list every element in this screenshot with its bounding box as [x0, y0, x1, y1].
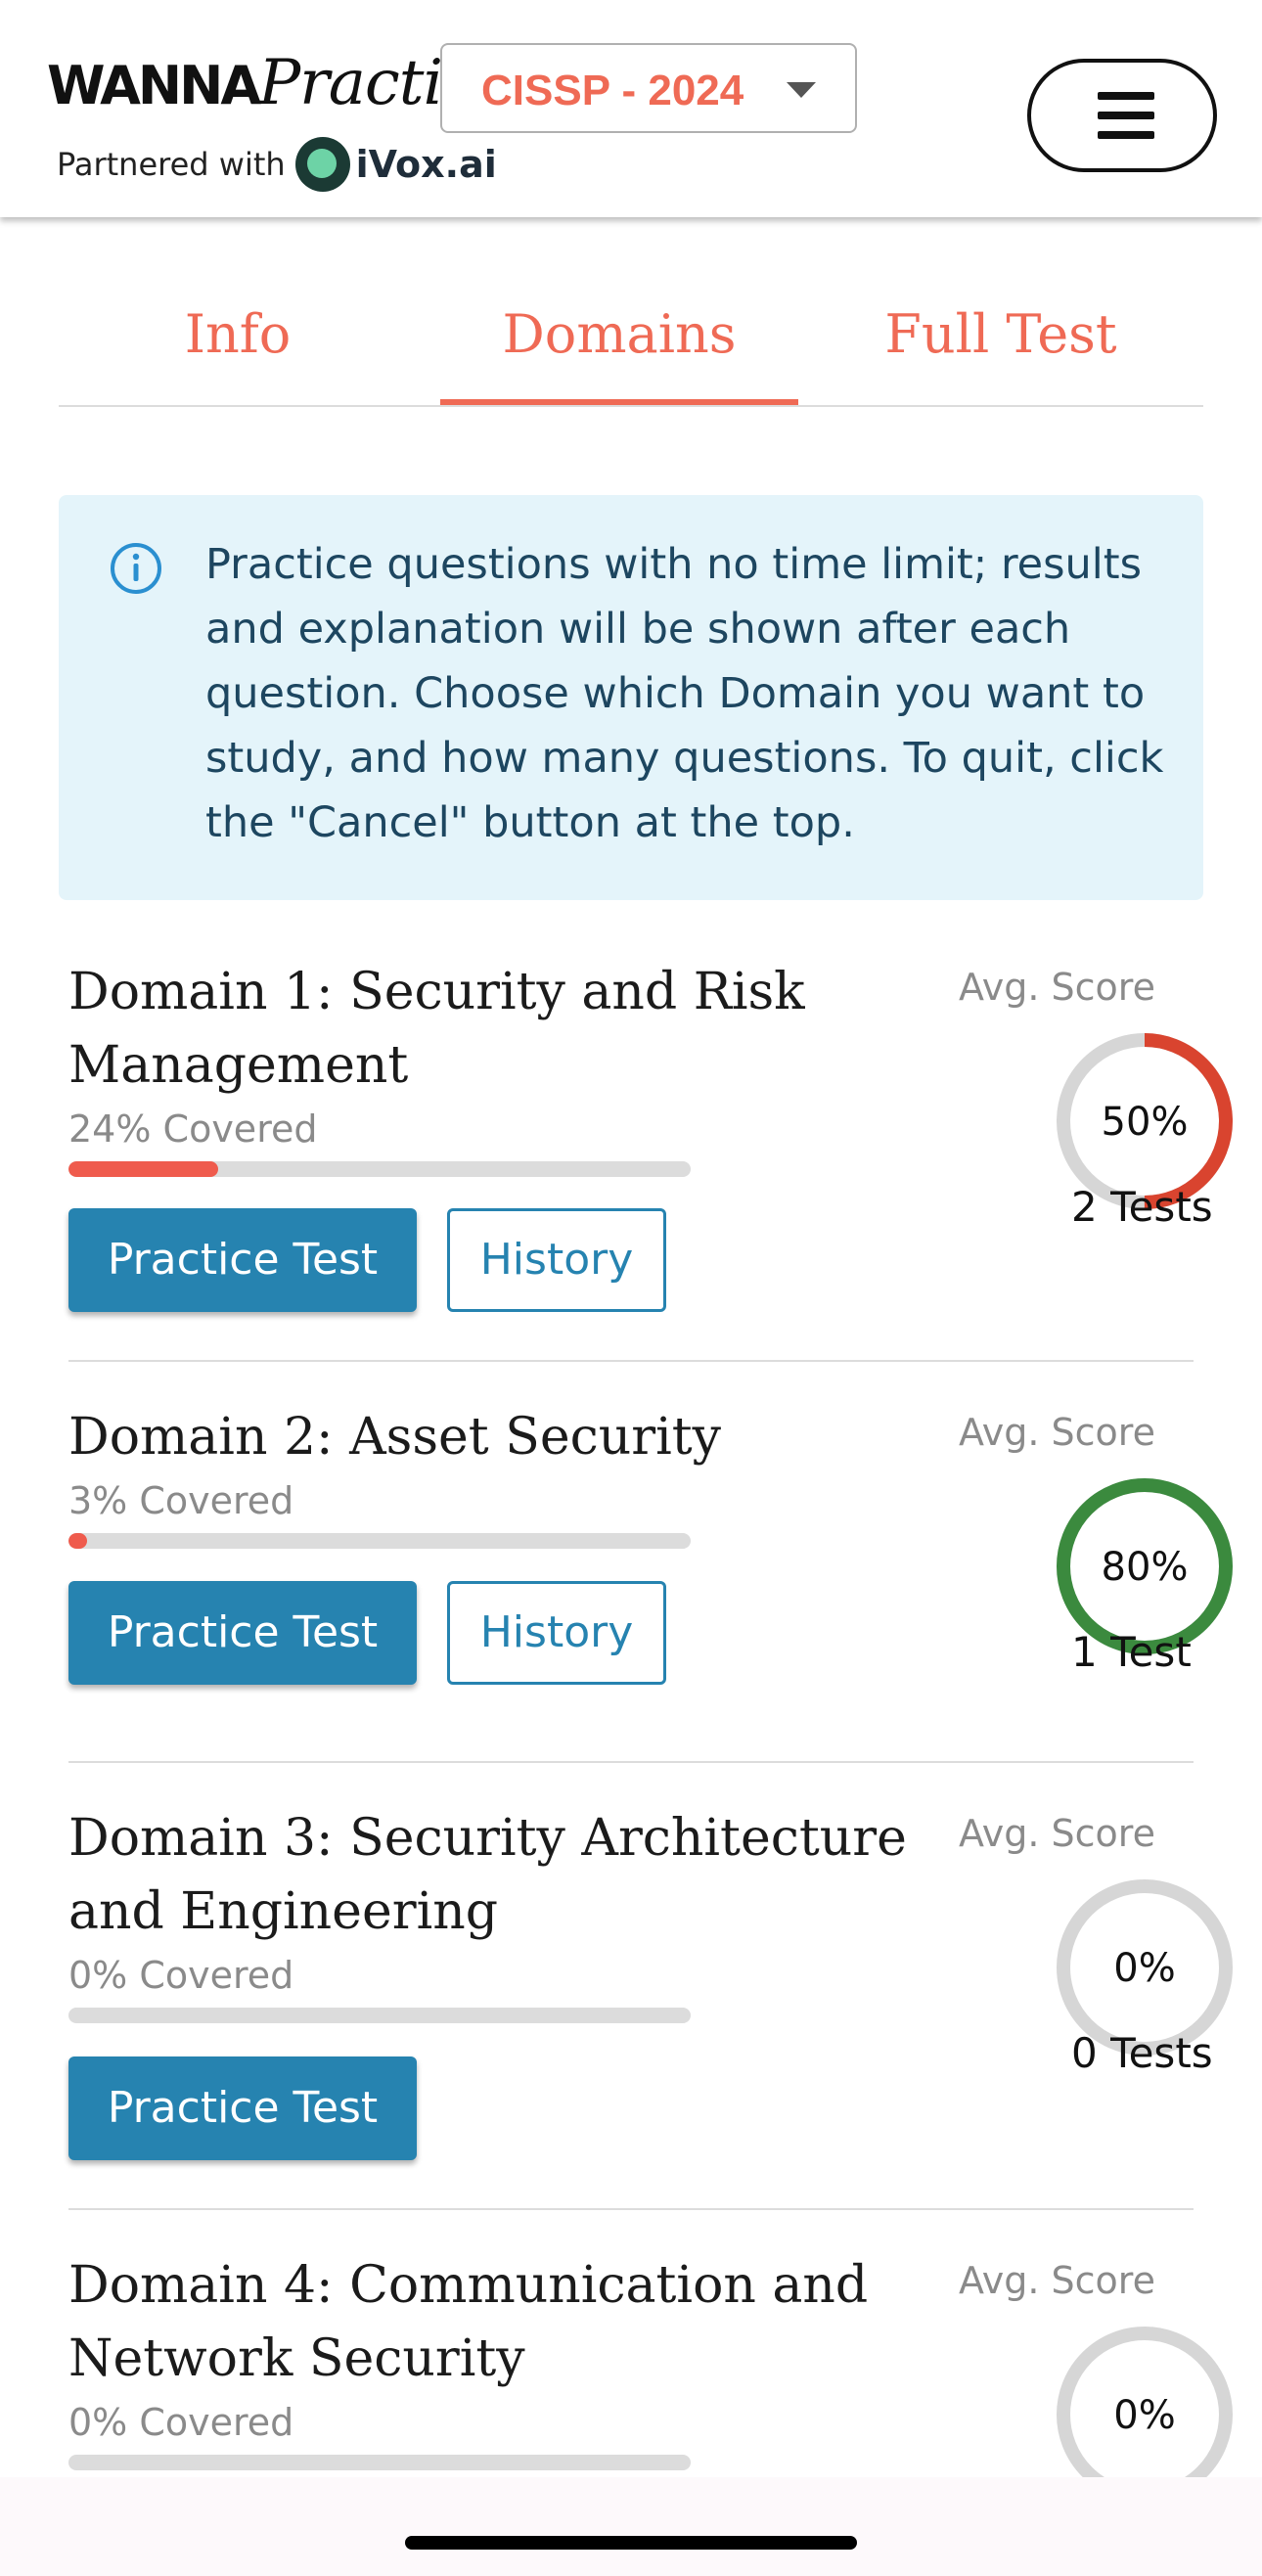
- bottom-safe-area: [0, 2477, 1262, 2576]
- domain-title: Domain 3: Security Architecture and Engi…: [68, 1809, 907, 1941]
- partnered-with-label: Partnered with: [57, 146, 286, 183]
- history-button[interactable]: History: [447, 1581, 666, 1685]
- info-box: Practice questions with no time limit; r…: [59, 495, 1203, 900]
- divider: [68, 1360, 1194, 1362]
- chevron-down-icon: [787, 82, 816, 98]
- covered-label: 24% Covered: [68, 1107, 318, 1151]
- score-ring: 0%: [1057, 2327, 1233, 2477]
- partner-line: Partnered with iVox.ai: [57, 137, 497, 192]
- hamburger-menu-button[interactable]: [1027, 59, 1217, 172]
- tab-full-test[interactable]: Full Test: [822, 284, 1180, 405]
- divider: [68, 2208, 1194, 2210]
- coverage-progress-bar: [68, 1533, 691, 1549]
- main-content: Info Domains Full Test Practice question…: [0, 217, 1262, 2477]
- domain-title: Domain 1: Security and Risk Management: [68, 963, 805, 1095]
- coverage-progress-bar: [68, 2008, 691, 2023]
- score-percent: 80%: [1102, 1545, 1189, 1590]
- practice-test-button[interactable]: Practice Test: [68, 1208, 417, 1312]
- tests-count: 0 Tests: [1071, 2029, 1213, 2077]
- domain-title: Domain 4: Communication and Network Secu…: [68, 2256, 869, 2388]
- coverage-progress-bar: [68, 1161, 691, 1177]
- info-text: Practice questions with no time limit; r…: [205, 540, 1164, 847]
- covered-label: 0% Covered: [68, 2401, 294, 2444]
- history-button[interactable]: History: [447, 1208, 666, 1312]
- avg-score-label: Avg. Score: [959, 966, 1155, 1009]
- score-percent: 0%: [1113, 1946, 1175, 1991]
- avg-score-label: Avg. Score: [959, 1411, 1155, 1454]
- tab-bar: Info Domains Full Test: [59, 284, 1203, 407]
- app-header: WANNAPractice Partnered with iVox.ai CIS…: [0, 0, 1262, 217]
- tests-count: 1 Test: [1071, 1628, 1192, 1676]
- divider: [68, 1761, 1194, 1763]
- hamburger-menu-icon: [1098, 92, 1154, 139]
- coverage-progress-fill: [68, 1533, 88, 1549]
- avg-score-label: Avg. Score: [959, 2259, 1155, 2302]
- home-indicator[interactable]: [405, 2536, 857, 2550]
- tab-info[interactable]: Info: [59, 284, 417, 405]
- ivox-logo-icon: [294, 137, 350, 192]
- exam-select-dropdown[interactable]: CISSP - 2024: [440, 43, 857, 133]
- logo-wanna-text: WANNA: [47, 55, 261, 116]
- domain-title: Domain 2: Asset Security: [68, 1408, 721, 1467]
- domain-card: Domain 2: Asset Security 3% Covered Prac…: [68, 1401, 1233, 1773]
- domain-card: Domain 3: Security Architecture and Engi…: [68, 1802, 1233, 2174]
- avg-score-label: Avg. Score: [959, 1812, 1155, 1855]
- score-percent: 0%: [1113, 2393, 1175, 2438]
- practice-test-button[interactable]: Practice Test: [68, 1581, 417, 1685]
- domain-card: Domain 4: Communication and Network Secu…: [68, 2249, 1233, 2477]
- domain-card: Domain 1: Security and Risk Management 2…: [68, 956, 1233, 1328]
- coverage-progress-fill: [68, 1161, 218, 1177]
- tests-count: 2 Tests: [1071, 1183, 1213, 1231]
- score-percent: 50%: [1102, 1100, 1189, 1145]
- tab-domains[interactable]: Domains: [440, 284, 798, 405]
- covered-label: 3% Covered: [68, 1479, 294, 1522]
- partner-name: iVox.ai: [355, 143, 497, 186]
- exam-select-value: CISSP - 2024: [481, 67, 744, 114]
- info-circle-icon: [111, 543, 161, 594]
- covered-label: 0% Covered: [68, 1954, 294, 1997]
- coverage-progress-bar: [68, 2455, 691, 2470]
- practice-test-button[interactable]: Practice Test: [68, 2056, 417, 2160]
